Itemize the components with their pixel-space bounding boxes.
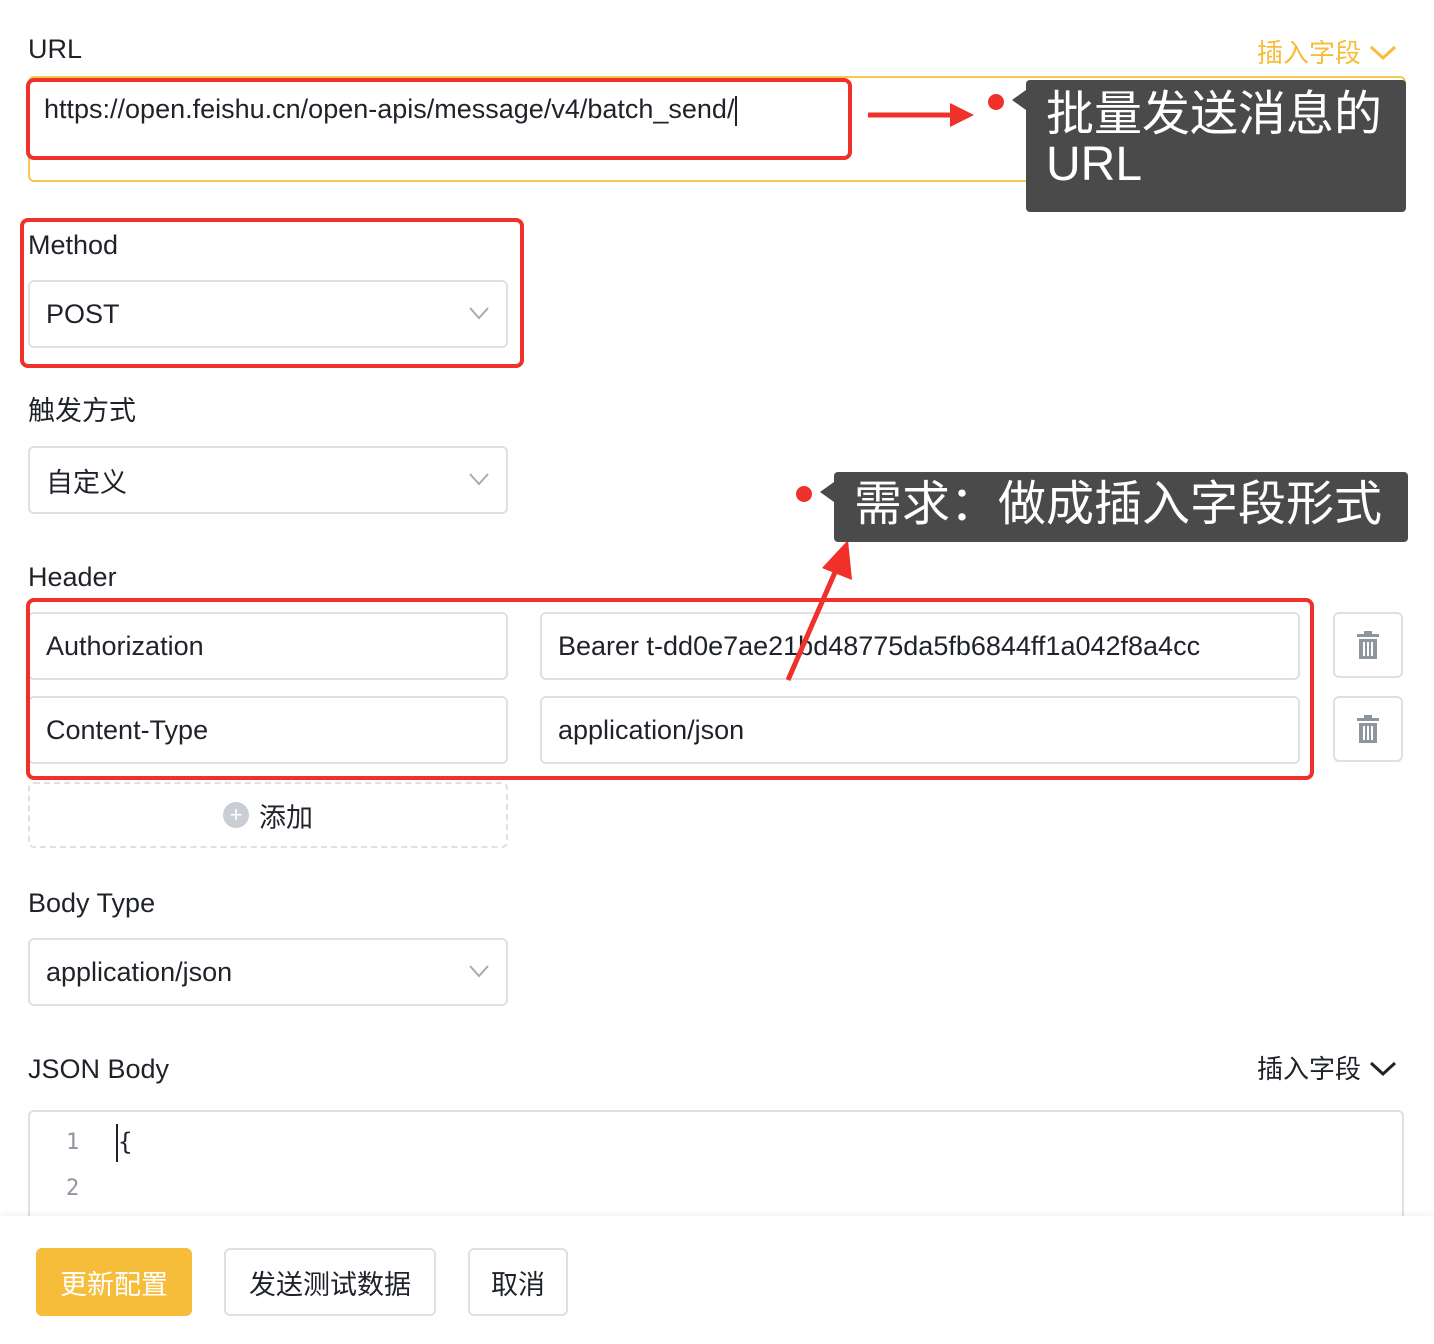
body-type-select[interactable]: application/json bbox=[28, 938, 508, 1006]
chevron-down-icon bbox=[469, 473, 489, 486]
send-test-data-button[interactable]: 发送测试数据 bbox=[224, 1248, 436, 1316]
add-header-button[interactable]: + 添加 bbox=[28, 782, 508, 848]
cancel-button[interactable]: 取消 bbox=[468, 1248, 568, 1316]
url-insert-field-label: 插入字段 bbox=[1257, 38, 1362, 68]
chevron-down-icon bbox=[1370, 45, 1397, 61]
json-body-label: JSON Body bbox=[28, 1054, 170, 1084]
url-highlight-box bbox=[26, 78, 852, 160]
add-header-label: 添加 bbox=[259, 802, 313, 833]
body-type-value: application/json bbox=[46, 956, 233, 987]
trigger-select[interactable]: 自定义 bbox=[28, 446, 508, 514]
delete-header-button[interactable] bbox=[1333, 612, 1403, 678]
body-type-label: Body Type bbox=[28, 888, 156, 918]
annotation-dot bbox=[988, 94, 1004, 110]
annotation-arrow-right bbox=[868, 103, 974, 127]
header-annotation-text: 需求：做成插入字段形式 bbox=[854, 478, 1383, 531]
trash-icon bbox=[1357, 715, 1379, 743]
code-line: { bbox=[118, 1128, 133, 1156]
chevron-down-icon bbox=[469, 965, 489, 978]
header-highlight-box bbox=[26, 598, 1314, 780]
plus-circle-icon: + bbox=[223, 802, 249, 828]
annotation-dot bbox=[796, 486, 812, 502]
line-number: 1 bbox=[66, 1130, 80, 1155]
trash-icon bbox=[1357, 631, 1379, 659]
trigger-label: 触发方式 bbox=[28, 396, 136, 426]
footer-bar bbox=[0, 1216, 1434, 1344]
trigger-value: 自定义 bbox=[46, 467, 127, 498]
chevron-down-icon bbox=[1370, 1061, 1397, 1077]
url-annotation-tooltip: 批量发送消息的URL bbox=[1012, 80, 1406, 212]
json-insert-field-button[interactable]: 插入字段 bbox=[1257, 1056, 1397, 1082]
url-label: URL bbox=[28, 34, 83, 64]
method-highlight-box bbox=[20, 218, 524, 368]
header-label: Header bbox=[28, 562, 117, 592]
delete-header-button[interactable] bbox=[1333, 696, 1403, 762]
json-insert-field-label: 插入字段 bbox=[1257, 1054, 1362, 1084]
line-number: 2 bbox=[66, 1176, 80, 1201]
url-insert-field-button[interactable]: 插入字段 bbox=[1257, 40, 1397, 66]
update-config-button[interactable]: 更新配置 bbox=[36, 1248, 192, 1316]
annotation-arrow-up bbox=[785, 540, 852, 681]
header-annotation-tooltip: 需求：做成插入字段形式 bbox=[820, 472, 1408, 542]
url-annotation-text: 批量发送消息的URL bbox=[1046, 88, 1383, 192]
